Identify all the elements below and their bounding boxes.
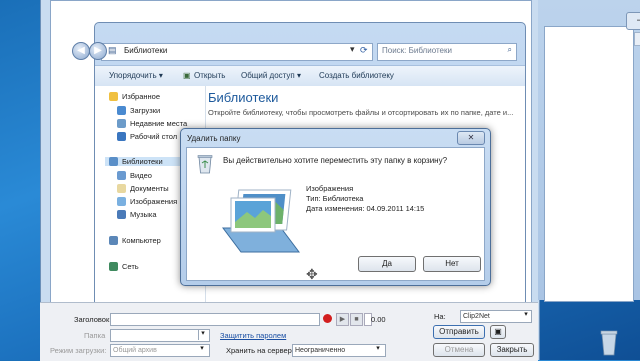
images-icon [117, 197, 126, 206]
library-icon: ▤ [108, 45, 117, 55]
clip2net-upload-panel: Заголовок: ▶ ■ 0.00 Папка ▾ Защитить пар… [40, 302, 538, 361]
folder-input[interactable] [110, 329, 210, 342]
nav-item-images[interactable]: Изображения [117, 197, 177, 206]
music-icon [117, 210, 126, 219]
command-bar: Упорядочить ▾ ▣ Открыть Общий доступ ▾ С… [95, 65, 525, 87]
move-cursor-icon: ✥ [306, 266, 318, 282]
nav-item-libraries[interactable]: Библиотеки [105, 157, 189, 166]
search-input[interactable]: Поиск: Библиотеки ⌕ [377, 43, 517, 61]
search-placeholder: Поиск: Библиотеки [382, 46, 452, 55]
keep-on-server-select[interactable]: Неограниченно [292, 344, 386, 357]
stop-icon[interactable]: ■ [350, 313, 363, 326]
destination-dropdown-icon[interactable]: ▾ [522, 310, 530, 321]
nav-item-downloads[interactable]: Загрузки [117, 106, 160, 115]
upload-mode-label: Режим загрузки: [50, 346, 107, 355]
play-icon[interactable]: ▶ [336, 313, 349, 326]
send-options-icon[interactable]: ▣ [490, 325, 506, 339]
refresh-icon[interactable]: ⟳ [360, 45, 368, 56]
no-button[interactable]: Нет [423, 256, 481, 272]
folder-dropdown-icon[interactable]: ▾ [198, 329, 207, 340]
close-button[interactable]: ✕ [457, 131, 485, 145]
downloads-icon [117, 106, 126, 115]
folder-info: Изображения Тип: Библиотека Дата изменен… [306, 184, 424, 214]
nav-item-favorites[interactable]: Избранное [109, 92, 160, 101]
keep-on-server-label: Хранить на сервере: [226, 346, 299, 355]
confirm-question: Вы действительно хотите переместить эту … [223, 156, 448, 165]
delete-folder-dialog: Удалить папку ✕ Вы действительно хотите … [180, 128, 491, 286]
address-bar[interactable]: ◀ ▶ ▤ Библиотеки ▾ ⟳ [72, 42, 373, 61]
share-button[interactable]: Общий доступ ▾ [241, 71, 301, 80]
protect-password-link[interactable]: Защитить паролем [220, 331, 286, 340]
desktop-icon [117, 132, 126, 141]
network-icon [109, 262, 118, 271]
nav-item-network[interactable]: Сеть [109, 262, 139, 271]
library-icon [109, 157, 118, 166]
folder-name: Изображения [306, 184, 354, 193]
address-text: Библиотеки [124, 46, 168, 55]
recycle-bin-desktop-icon[interactable] [600, 328, 618, 356]
recycle-bin-icon [197, 155, 213, 174]
page-description: Откройте библиотеку, чтобы просмотреть ф… [208, 108, 514, 117]
record-icon[interactable] [323, 314, 332, 323]
dialog-title: Удалить папку [187, 134, 241, 143]
close-panel-button[interactable]: Закрыть [490, 343, 534, 357]
nav-item-computer[interactable]: Компьютер [109, 236, 161, 245]
minimize-button[interactable]: – [626, 12, 640, 30]
nav-item-recent[interactable]: Недавние места [117, 119, 187, 128]
folder-preview-icon [222, 189, 300, 253]
star-icon [109, 92, 118, 101]
upload-mode-select[interactable]: Общий архив [110, 344, 210, 357]
folder-label: Папка [84, 331, 106, 340]
documents-icon [117, 184, 126, 193]
nav-item-music[interactable]: Музыка [117, 210, 157, 219]
timer: 0.00 [371, 315, 386, 324]
folder-type: Тип: Библиотека [306, 194, 364, 203]
yes-button[interactable]: Да [358, 256, 416, 272]
dialog-body: Вы действительно хотите переместить эту … [186, 147, 485, 281]
nav-item-desktop[interactable]: Рабочий стол [117, 132, 177, 141]
back-arrow-icon[interactable]: ◀ [72, 42, 90, 60]
nav-item-video[interactable]: Видео [117, 171, 152, 180]
send-button[interactable]: Отправить [433, 325, 485, 339]
history-dropdown-icon[interactable]: ▾ [350, 44, 355, 55]
cancel-button[interactable]: Отмена [433, 343, 485, 357]
upload-mode-dropdown-icon[interactable]: ▾ [198, 344, 206, 355]
folder-modified: Дата изменения: 04.09.2011 14:15 [306, 204, 425, 213]
open-icon: ▣ [183, 71, 191, 80]
forward-arrow-icon[interactable]: ▶ [89, 42, 107, 60]
recent-places-icon [117, 119, 126, 128]
keep-dropdown-icon[interactable]: ▾ [374, 344, 382, 355]
create-library-button[interactable]: Создать библиотеку [319, 71, 394, 80]
search-icon[interactable]: ⌕ [508, 45, 512, 55]
organize-button[interactable]: Упорядочить ▾ [109, 71, 163, 80]
nav-item-documents[interactable]: Документы [117, 184, 169, 193]
dropdown-icon[interactable]: ▾ [634, 32, 640, 46]
title-label: Заголовок: [74, 315, 112, 324]
page-title: Библиотеки [208, 90, 279, 105]
computer-icon [109, 236, 118, 245]
open-button[interactable]: Открыть [194, 71, 225, 80]
background-window-pane [544, 26, 634, 302]
destination-label: На: [434, 312, 446, 321]
video-icon [117, 171, 126, 180]
background-window: – ▾ [538, 0, 640, 302]
title-input[interactable] [110, 313, 320, 326]
